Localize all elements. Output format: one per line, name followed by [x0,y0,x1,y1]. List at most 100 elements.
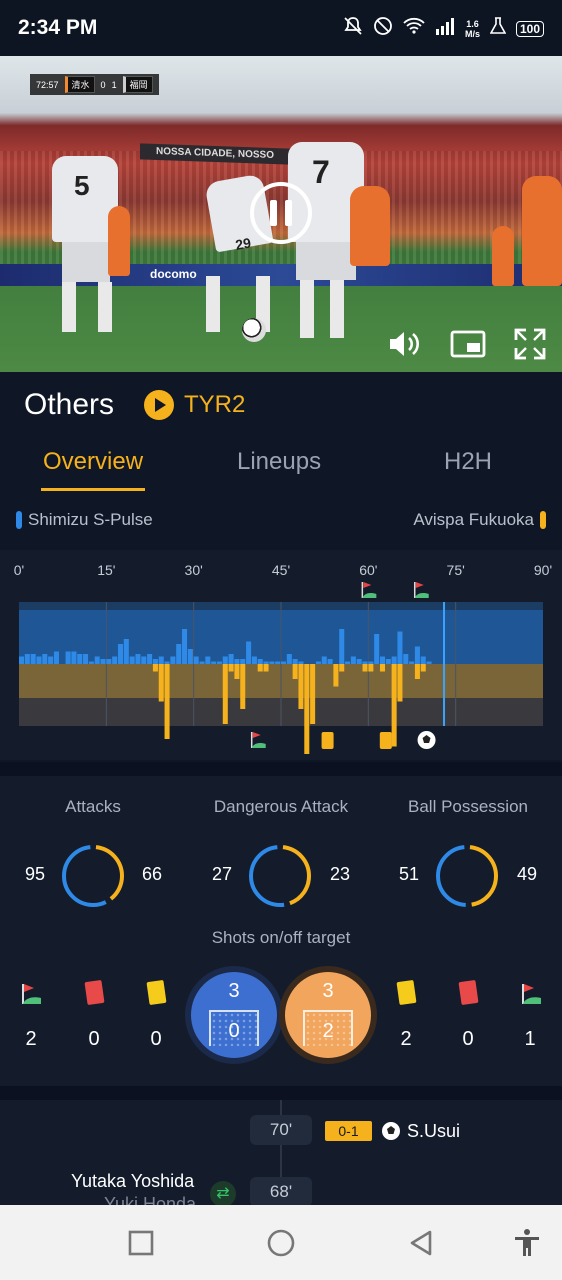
possession-ring [436,845,498,907]
minute-axis: 0' 15' 30' 45' 60' 75' 90' [0,562,562,582]
home-shots-off: 0 [228,1020,240,1042]
possession-home: 51 [398,864,420,884]
speed-value: 1.6 [466,18,479,29]
home-attack-bar [321,656,327,664]
away-shots-off: 2 [322,1020,334,1042]
shots-title: Shots on/off target [211,928,351,947]
tab-lineups[interactable]: Lineups [237,448,321,476]
home-attack-bar [281,661,287,664]
home-attack-bar [36,656,42,664]
home-attack-bar [269,661,275,664]
home-attack-bar [199,661,205,664]
home-corner-icon-turf [362,593,377,598]
player-figure [350,186,390,266]
home-attack-bar [403,654,409,664]
play-circle-icon [144,390,174,420]
home-attack-bar [88,661,94,664]
away-red-cards: 0 [462,1028,474,1050]
away-attack-bar [158,664,164,702]
picture-in-picture-icon[interactable] [450,326,486,362]
minute-tick: 30' [184,562,203,578]
home-attack-bar [263,661,269,664]
home-attack-bar [345,661,351,664]
minute-tick: 45' [271,562,291,578]
tab-h2h[interactable]: H2H [444,448,492,476]
home-attack-bar [426,661,432,664]
home-attack-bar [246,641,252,664]
event-player[interactable]: S.Usui [407,1121,460,1142]
recents-icon[interactable] [126,1228,156,1258]
player-leg [300,280,314,338]
dnd-icon [373,16,393,41]
home-attack-bar [385,659,391,664]
home-attack-bar [228,654,234,664]
pause-icon-bar [285,200,292,226]
mute-icon [343,16,363,41]
flask-icon [489,17,507,40]
home-attack-bar [211,661,217,664]
home-attack-bar [77,654,83,664]
home-attack-bar [292,659,298,664]
home-yellow-cards: 0 [150,1028,162,1050]
dangerous-home: 27 [211,864,233,884]
system-nav-bar [0,1205,562,1280]
home-attack-bar [193,656,199,664]
sub-player-in[interactable]: Yutaka Yoshida [71,1171,194,1192]
pause-icon-bar [270,200,277,226]
volume-icon[interactable] [386,326,422,362]
home-attack-bar [298,661,304,664]
video-player[interactable]: NOSSA CIDADE, NOSSO docomo 72:57 清水 0 1 … [0,56,562,372]
section-divider [0,762,562,776]
battery-indicator: 100 [515,20,544,37]
tab-active-indicator [41,488,145,491]
minute-tick: 15' [97,562,116,578]
away-attack-bar [234,664,240,679]
away-attack-bar [228,664,234,672]
away-attack-bar [414,664,420,679]
home-attack-bar [315,661,321,664]
home-attack-bar [24,654,30,664]
accessibility-icon[interactable] [512,1228,542,1258]
pause-button[interactable] [250,182,312,244]
dangerous-attack-ring [249,845,311,907]
home-attack-bar [420,656,426,664]
home-attack-bar [100,659,106,664]
home-attack-bar [129,656,135,664]
home-attack-bar [187,649,193,664]
away-yellow-cards: 2 [400,1028,412,1050]
home-corners: 2 [25,1028,37,1050]
away-team-name: Avispa Fukuoka [413,510,534,529]
video-away-score: 1 [111,79,117,90]
home-team-name: Shimizu S-Pulse [28,510,153,529]
home-icon[interactable] [266,1228,296,1258]
away-attack-bar [263,664,269,672]
home-attack-bar [414,646,420,664]
jersey-number: 29 [234,234,253,253]
home-attack-bar [158,656,164,664]
fullscreen-icon[interactable] [512,326,548,362]
event-minute: 68' [250,1177,312,1207]
home-corner-icon-pennant [363,582,372,588]
tab-overview[interactable]: Overview [43,448,143,476]
sponsor-text: docomo [150,267,197,281]
away-shots-badge: 3 2 [285,972,371,1058]
away-attack-bar [152,664,158,672]
back-icon[interactable] [406,1228,436,1258]
home-color-bar [16,511,22,529]
home-attack-bar [19,656,25,664]
player-figure [492,226,514,286]
away-attack-bar [304,664,310,754]
away-attack-bar [298,664,304,709]
player-leg [98,282,112,332]
yellow-card-icon [396,979,417,1006]
home-attack-bar [176,644,182,664]
network-speed: 1.6 M/s [465,19,480,39]
away-attack-bar [257,664,263,672]
video-clock: 72:57 [36,79,59,90]
home-attack-bar [53,651,59,664]
dangerous-attack-title: Dangerous Attack [213,797,349,816]
home-red-cards: 0 [88,1028,100,1050]
tournament-link[interactable]: TYR2 [144,390,245,420]
red-card-icon [84,979,105,1006]
video-home-team: 清水 [64,76,95,93]
